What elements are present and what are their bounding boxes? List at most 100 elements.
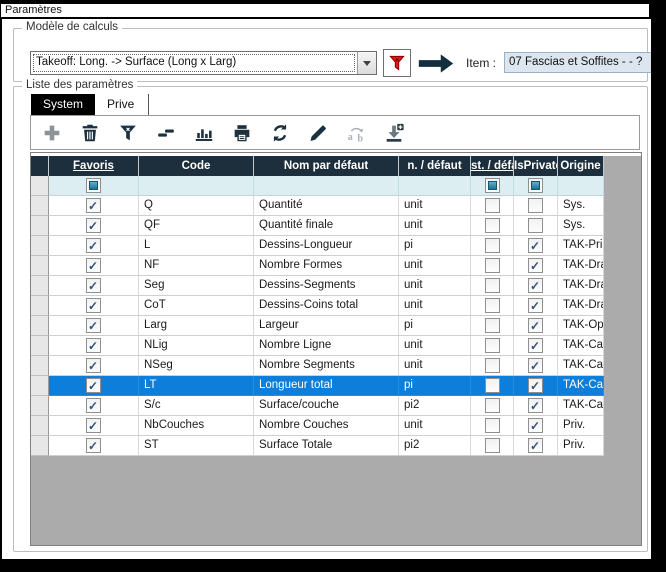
cell-favoris[interactable] <box>49 356 139 376</box>
row-indicator[interactable] <box>31 436 49 456</box>
row-indicator[interactable] <box>31 376 49 396</box>
table-row[interactable]: CoTDessins-Coins totalunitTAK-Draw <box>31 296 604 316</box>
cell-isprivate[interactable] <box>514 376 558 396</box>
row-indicator[interactable] <box>31 416 49 436</box>
refresh-button[interactable] <box>267 120 293 146</box>
favoris-checkbox[interactable] <box>86 378 101 393</box>
cell-code[interactable]: ST <box>139 436 254 456</box>
cell-nom[interactable]: Nombre Couches <box>254 416 399 436</box>
cell-est[interactable] <box>471 376 514 396</box>
cell-est[interactable] <box>471 316 514 336</box>
row-indicator[interactable] <box>31 356 49 376</box>
cell-origine[interactable]: TAK-Calc <box>558 396 604 416</box>
cell-origine[interactable]: TAK-Princ <box>558 236 604 256</box>
est-checkbox[interactable] <box>485 218 500 233</box>
cell-favoris[interactable] <box>49 216 139 236</box>
tab-system[interactable]: System <box>31 94 95 115</box>
cell-code[interactable]: Q <box>139 196 254 216</box>
cell-favoris[interactable] <box>49 416 139 436</box>
header-cell-favoris[interactable]: Favoris <box>49 156 139 176</box>
cell-nom[interactable]: Surface Totale <box>254 436 399 456</box>
cell-isprivate[interactable] <box>514 216 558 236</box>
favoris-checkbox[interactable] <box>86 198 101 213</box>
est-checkbox[interactable] <box>485 438 500 453</box>
table-row[interactable]: QQuantitéunitSys. <box>31 196 604 216</box>
est-checkbox[interactable] <box>485 418 500 433</box>
row-indicator[interactable] <box>31 276 49 296</box>
filter-checkbox-isprivate[interactable] <box>528 178 543 193</box>
cell-unite[interactable]: pi <box>399 236 471 256</box>
isprivate-checkbox[interactable] <box>528 258 543 273</box>
filter-checkbox-favoris[interactable] <box>86 178 101 193</box>
cell-unite[interactable]: unit <box>399 256 471 276</box>
cell-code[interactable]: Larg <box>139 316 254 336</box>
est-checkbox[interactable] <box>485 298 500 313</box>
favoris-checkbox[interactable] <box>86 398 101 413</box>
cell-code[interactable]: LT <box>139 376 254 396</box>
cell-favoris[interactable] <box>49 276 139 296</box>
isprivate-checkbox[interactable] <box>528 438 543 453</box>
est-checkbox[interactable] <box>485 318 500 333</box>
header-cell-code[interactable]: Code <box>139 156 254 176</box>
cell-nom[interactable]: Quantité <box>254 196 399 216</box>
isprivate-checkbox[interactable] <box>528 298 543 313</box>
table-row[interactable]: NFNombre FormesunitTAK-Draw <box>31 256 604 276</box>
cell-est[interactable] <box>471 416 514 436</box>
filter-checkbox-est[interactable] <box>485 178 500 193</box>
cell-nom[interactable]: Dessins-Segments <box>254 276 399 296</box>
table-row[interactable]: NLigNombre LigneunitTAK-Calc <box>31 336 604 356</box>
params-grid[interactable]: FavorisCodeNom par défautn. / défautst. … <box>30 152 642 546</box>
est-checkbox[interactable] <box>485 338 500 353</box>
cell-isprivate[interactable] <box>514 436 558 456</box>
cell-unite[interactable]: pi2 <box>399 396 471 416</box>
cell-est[interactable] <box>471 196 514 216</box>
row-indicator[interactable] <box>31 196 49 216</box>
favoris-checkbox[interactable] <box>86 438 101 453</box>
favoris-checkbox[interactable] <box>86 318 101 333</box>
filter-cell-isprivate[interactable] <box>514 176 558 196</box>
cell-origine[interactable]: TAK-Calc <box>558 336 604 356</box>
cell-favoris[interactable] <box>49 316 139 336</box>
table-row[interactable]: LargLargeurpiTAK-Opti <box>31 316 604 336</box>
cell-favoris[interactable] <box>49 336 139 356</box>
cell-code[interactable]: NbCouches <box>139 416 254 436</box>
tab-prive[interactable]: Prive <box>95 94 146 115</box>
cell-origine[interactable]: TAK-Draw <box>558 256 604 276</box>
cell-origine[interactable]: TAK-Opti <box>558 316 604 336</box>
cell-origine[interactable]: Sys. <box>558 216 604 236</box>
cell-isprivate[interactable] <box>514 396 558 416</box>
filter-cell-code[interactable] <box>139 176 254 196</box>
cell-est[interactable] <box>471 256 514 276</box>
table-row[interactable]: LTLongueur totalpiTAK-Calc <box>31 376 604 396</box>
est-checkbox[interactable] <box>485 198 500 213</box>
cell-origine[interactable]: TAK-Draw <box>558 276 604 296</box>
row-indicator[interactable] <box>31 256 49 276</box>
cell-unite[interactable]: unit <box>399 336 471 356</box>
cell-origine[interactable]: Priv. <box>558 436 604 456</box>
cell-code[interactable]: NLig <box>139 336 254 356</box>
item-field[interactable]: 07 Fascias et Soffites - - ? <box>504 52 651 73</box>
row-indicator[interactable] <box>31 396 49 416</box>
cell-est[interactable] <box>471 336 514 356</box>
filter-cell-est[interactable] <box>471 176 514 196</box>
cell-favoris[interactable] <box>49 256 139 276</box>
cell-favoris[interactable] <box>49 196 139 216</box>
favoris-checkbox[interactable] <box>86 238 101 253</box>
cell-code[interactable]: NSeg <box>139 356 254 376</box>
table-row[interactable]: S/cSurface/couchepi2 TAK-Calc <box>31 396 604 416</box>
est-checkbox[interactable] <box>485 378 500 393</box>
cell-nom[interactable]: Dessins-Longueur <box>254 236 399 256</box>
cell-isprivate[interactable] <box>514 336 558 356</box>
cell-nom[interactable]: Longueur total <box>254 376 399 396</box>
isprivate-checkbox[interactable] <box>528 378 543 393</box>
cell-favoris[interactable] <box>49 396 139 416</box>
isprivate-checkbox[interactable] <box>528 398 543 413</box>
cell-origine[interactable]: Priv. <box>558 416 604 436</box>
cell-nom[interactable]: Surface/couche <box>254 396 399 416</box>
model-combobox[interactable]: Takeoff: Long. -> Surface (Long x Larg) <box>30 51 377 75</box>
cell-code[interactable]: QF <box>139 216 254 236</box>
filter-cell-nom[interactable] <box>254 176 399 196</box>
cell-unite[interactable]: unit <box>399 216 471 236</box>
cell-code[interactable]: S/c <box>139 396 254 416</box>
cell-est[interactable] <box>471 216 514 236</box>
